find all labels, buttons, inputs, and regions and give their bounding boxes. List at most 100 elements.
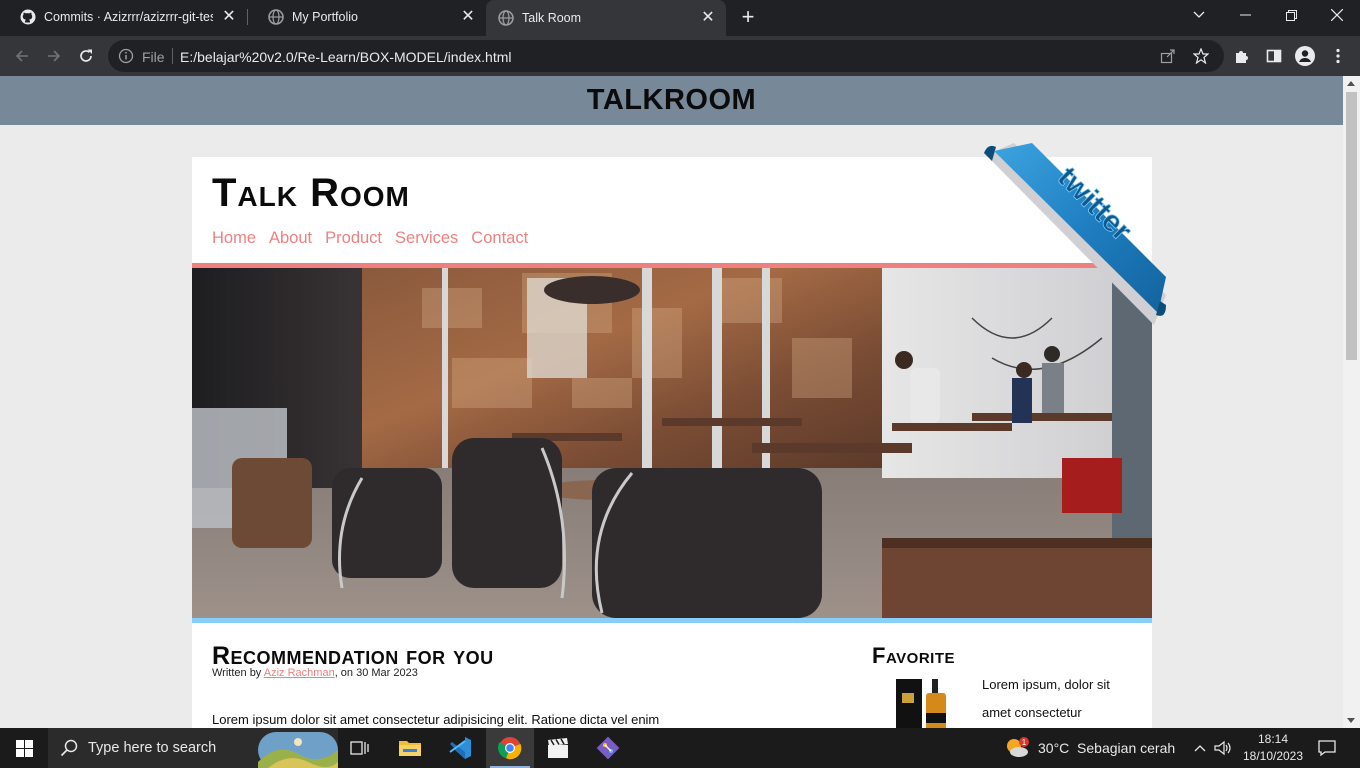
taskbar-search[interactable]: Type here to search [48,728,338,768]
github-icon [20,9,36,25]
forward-button[interactable] [42,44,66,68]
reload-button[interactable] [74,44,98,68]
sidebar-favorite: Favorite Lorem ipsum, dolor sit amet con… [872,641,1132,728]
chrome-button[interactable] [486,728,534,768]
favorite-item[interactable]: Lorem ipsum, dolor sit amet consectetur [872,671,1132,728]
tab-my-portfolio[interactable]: My Portfolio ✕ [248,0,486,34]
profile-button[interactable] [1293,44,1317,68]
info-icon[interactable] [118,48,134,64]
windows-logo-icon [15,739,33,757]
nav-link-contact[interactable]: Contact [471,229,528,248]
search-highlight-illustration [258,732,338,768]
speaker-icon [1214,740,1231,756]
notification-icon [1318,740,1336,757]
article: Recommendation for you Written by Aziz R… [212,641,832,727]
nav-link-services[interactable]: Services [395,229,458,248]
restore-icon [1285,9,1297,21]
globe-icon [268,9,284,25]
nav-link-product[interactable]: Product [325,229,382,248]
minimize-button[interactable] [1222,0,1268,30]
nav-link-about[interactable]: About [269,229,312,248]
site-title: Talk Room [212,171,410,215]
twitter-ribbon[interactable]: twitter [984,143,1166,325]
scroll-up-arrow[interactable] [1347,81,1355,86]
task-view-button[interactable] [336,728,384,768]
close-window-button[interactable] [1314,0,1360,30]
clapper-icon [548,738,568,758]
search-placeholder: Type here to search [88,740,217,756]
banner-title: TALKROOM [586,84,757,116]
notification-badge: 1 [1022,738,1027,747]
scrollbar-thumb[interactable] [1346,92,1357,360]
whisky-bottle-thumbnail [896,679,946,728]
media-app-button[interactable] [534,728,582,768]
git-icon [596,736,620,760]
arrow-right-icon [48,50,61,62]
file-explorer-button[interactable] [386,728,434,768]
taskbar-clock[interactable]: 18:14 18/10/2023 [1240,731,1306,765]
new-tab-button[interactable]: + [738,6,758,28]
back-button[interactable] [10,44,34,68]
notifications-button[interactable] [1318,728,1336,768]
omnibox-separator [172,48,173,64]
avatar-icon [1295,46,1315,66]
main-nav: Home About Product Services Contact [212,229,541,248]
site-banner: TALKROOM [0,76,1343,125]
kebab-menu-icon [1336,48,1340,64]
hero-divider [192,618,1152,623]
weather-widget[interactable]: 1 30°C Sebagian cerah [1004,728,1175,768]
favorite-item-text: Lorem ipsum, dolor sit amet consectetur [982,677,1110,720]
task-view-icon [350,741,369,755]
tab-title: My Portfolio [292,10,358,24]
restore-button[interactable] [1268,0,1314,30]
author-link[interactable]: Aziz Rachman [264,667,335,679]
windows-taskbar: Type here to search 1 30°C Sebagian cera… [0,728,1360,768]
byline-prefix: Written by [212,667,262,679]
page-viewport: TALKROOM Talk Room Home About Product Se… [0,76,1343,728]
git-app-button[interactable] [584,728,632,768]
tab-title: Commits · Azizrrr/azizrrr-git-test [44,10,213,24]
tab-talk-room[interactable]: Talk Room ✕ [486,0,726,36]
browser-tab-strip: Commits · Azizrrr/azizrrr-git-test ✕ My … [0,0,1360,36]
close-icon [1331,9,1343,21]
page-scrollbar[interactable] [1343,76,1360,728]
globe-icon [498,10,514,26]
close-tab-icon[interactable]: ✕ [700,10,716,26]
chevron-up-icon [1194,745,1206,752]
browser-toolbar: File E:/belajar%20v2.0/Re-Learn/BOX-MODE… [0,36,1360,76]
menu-button[interactable] [1326,44,1350,68]
clock-time: 18:14 [1257,732,1289,746]
share-icon[interactable] [1160,48,1176,64]
volume-button[interactable] [1214,728,1232,768]
byline-date: , on 30 Mar 2023 [334,667,418,679]
file-explorer-icon [399,741,421,756]
side-panel-icon [1266,49,1282,63]
search-icon [60,739,78,757]
article-body: Lorem ipsum dolor sit amet consectetur a… [212,712,660,727]
extensions-button[interactable] [1230,44,1254,68]
weather-text: 30°C Sebagian cerah [1038,740,1176,756]
tab-github-commits[interactable]: Commits · Azizrrr/azizrrr-git-test ✕ [0,0,247,34]
url-text[interactable]: E:/belajar%20v2.0/Re-Learn/BOX-MODEL/ind… [180,49,511,65]
chevron-down-icon [1193,11,1205,18]
tray-overflow-button[interactable] [1194,728,1206,768]
address-bar[interactable]: File E:/belajar%20v2.0/Re-Learn/BOX-MODE… [108,40,1224,72]
minimize-icon [1239,14,1251,16]
nav-link-home[interactable]: Home [212,229,256,248]
weather-sun-cloud-icon: 1 [1007,737,1029,757]
tab-search-button[interactable] [1176,0,1222,30]
scroll-down-arrow[interactable] [1347,718,1355,723]
close-tab-icon[interactable]: ✕ [221,9,237,25]
vscode-icon [449,737,471,759]
article-byline: Written by Aziz Rachman, on 30 Mar 2023 [212,667,832,679]
bookmark-star-icon[interactable] [1193,48,1209,64]
arrow-left-icon [15,50,28,62]
chrome-icon [498,737,522,760]
vscode-button[interactable] [436,728,484,768]
close-tab-icon[interactable]: ✕ [460,9,476,25]
start-button[interactable] [0,728,48,768]
tab-title: Talk Room [522,11,582,25]
sidebar-title: Favorite [872,643,955,668]
reload-icon [80,49,92,62]
side-panel-button[interactable] [1262,44,1286,68]
